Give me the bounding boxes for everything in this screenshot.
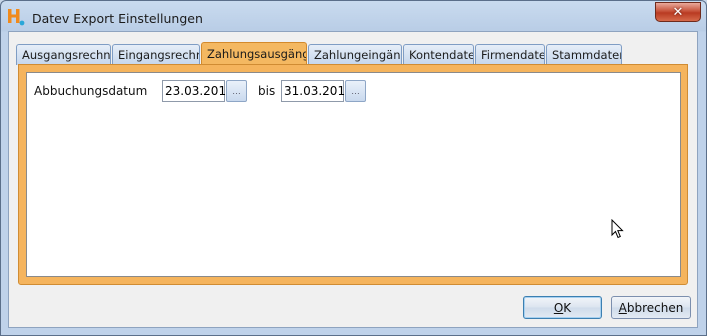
tab-zahlungeingaenge[interactable]: Zahlungeingänge <box>308 44 402 65</box>
ok-label-rest: K <box>563 300 572 315</box>
cancel-button[interactable]: Abbrechen <box>611 296 691 319</box>
tab-label: Kontendaten <box>409 48 473 62</box>
window-title: Datev Export Einstellungen <box>32 11 203 26</box>
cancel-hotkey: A <box>618 300 627 315</box>
ellipsis-icon: … <box>351 86 360 96</box>
tab-ausgangsrechn[interactable]: Ausgangsrechn. <box>16 44 111 65</box>
tab-stammdaten[interactable]: Stammdaten <box>546 44 622 65</box>
date-from-input[interactable]: 23.03.2016 <box>162 80 234 102</box>
close-icon: ✕ <box>672 4 684 20</box>
tab-label: Eingangsrechn. <box>118 48 200 62</box>
cancel-label-rest: bbrechen <box>626 300 684 315</box>
abbuchungsdatum-label: Abbuchungsdatum <box>34 84 148 98</box>
tab-label: Zahlungsausgänge <box>207 47 307 61</box>
ok-button-label: OK <box>554 301 571 315</box>
tab-panel-content <box>26 72 681 277</box>
cancel-button-label: Abbrechen <box>619 301 684 315</box>
tab-label: Zahlungeingänge <box>314 48 401 62</box>
close-button[interactable]: ✕ <box>655 2 701 22</box>
ok-button[interactable]: OK <box>523 296 602 319</box>
tab-label: Ausgangsrechn. <box>22 48 111 62</box>
date-to-input[interactable]: 31.03.2016 <box>281 80 353 102</box>
tab-label: Stammdaten <box>552 48 622 62</box>
date-to-picker-button[interactable]: … <box>345 80 366 102</box>
tab-zahlungsausgaenge-active[interactable]: Zahlungsausgänge <box>201 42 307 66</box>
tab-label: Firmendaten <box>481 48 544 62</box>
tab-kontendaten[interactable]: Kontendaten <box>403 44 474 65</box>
title-bar[interactable]: Datev Export Einstellungen ✕ <box>1 1 706 32</box>
tab-strip: Ausgangsrechn. Eingangsrechn. Zahlungsau… <box>16 42 686 66</box>
ok-hotkey: O <box>553 300 564 315</box>
tab-eingangsrechn[interactable]: Eingangsrechn. <box>112 44 200 65</box>
mouse-pointer-icon <box>611 219 624 239</box>
ellipsis-icon: … <box>232 86 241 96</box>
bis-label: bis <box>258 84 276 98</box>
app-logo-icon <box>8 9 25 26</box>
tab-firmendaten[interactable]: Firmendaten <box>475 44 545 65</box>
date-from-picker-button[interactable]: … <box>226 80 247 102</box>
